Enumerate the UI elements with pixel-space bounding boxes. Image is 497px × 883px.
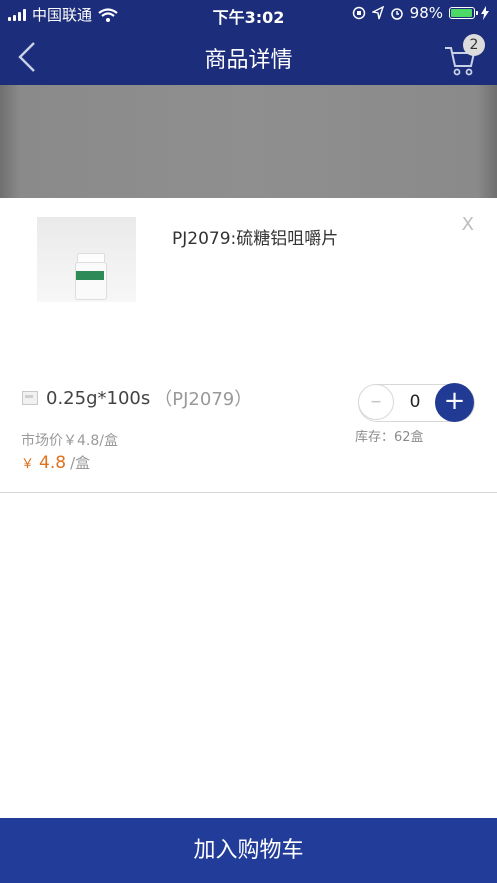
orientation-lock-icon xyxy=(352,6,365,20)
spec-thumbnail-icon xyxy=(22,391,38,405)
medicine-bottle-image xyxy=(75,253,107,300)
spec-text: 0.25g*100s xyxy=(46,387,151,409)
quantity-value[interactable]: 0 xyxy=(398,392,432,412)
spec-code: （PJ2079） xyxy=(154,389,253,410)
product-sheet: PJ2079:硫糖铝咀嚼片 X 0.25g*100s （PJ2079） 市场价￥… xyxy=(0,198,497,493)
alarm-icon xyxy=(390,8,403,20)
status-right: 98% xyxy=(352,4,489,22)
top-bar: 中国联通 下午3:02 98% 商品详情 2 xyxy=(0,0,497,85)
stock-label: 库存：62盒 xyxy=(355,430,424,445)
dimmed-product-image-backdrop[interactable] xyxy=(0,85,497,198)
battery-icon xyxy=(449,7,478,19)
navigation-bar: 商品详情 2 xyxy=(0,28,497,85)
cart-count-badge: 2 xyxy=(463,34,485,56)
decrement-button[interactable]: – xyxy=(358,384,394,420)
price-value: 4.8 xyxy=(39,453,67,473)
add-to-cart-button[interactable]: 加入购物车 xyxy=(0,818,497,883)
price-row: ￥ 4.8 /盒 xyxy=(21,452,90,473)
spec-option[interactable]: 0.25g*100s （PJ2079） xyxy=(22,385,252,411)
page-title: 商品详情 xyxy=(204,48,293,73)
price-currency: ￥ xyxy=(21,457,35,472)
quantity-stepper: – 0 + xyxy=(358,383,475,422)
battery-percent: 98% xyxy=(409,4,443,22)
battery-fill xyxy=(451,9,472,17)
charging-bolt-icon xyxy=(481,6,489,20)
location-arrow-icon xyxy=(371,6,384,20)
market-price: 市场价￥4.8/盒 xyxy=(21,433,118,449)
close-button[interactable]: X xyxy=(462,214,474,235)
product-name: PJ2079:硫糖铝咀嚼片 xyxy=(172,229,339,249)
cart-button[interactable]: 2 xyxy=(443,34,485,76)
increment-button[interactable]: + xyxy=(435,383,474,422)
price-unit: /盒 xyxy=(70,454,91,472)
status-bar: 中国联通 下午3:02 98% xyxy=(0,0,497,28)
product-image xyxy=(37,217,136,302)
